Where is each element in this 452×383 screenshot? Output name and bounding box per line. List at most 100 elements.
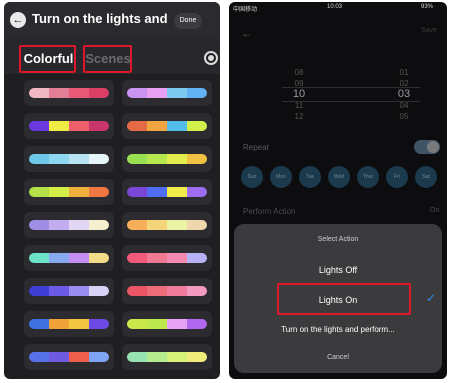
palette-tile[interactable]: [122, 311, 212, 337]
color-swatch: [29, 253, 49, 263]
color-swatch: [69, 220, 89, 230]
weekday-chip[interactable]: Thur: [357, 166, 379, 188]
color-swatch: [167, 154, 187, 164]
tab-scenes[interactable]: Scenes: [84, 48, 132, 70]
color-swatch: [167, 253, 187, 263]
option-lights-on[interactable]: Lights On: [234, 295, 442, 305]
color-swatch: [147, 187, 167, 197]
done-button[interactable]: Done: [174, 13, 202, 29]
color-swatch: [29, 319, 49, 329]
color-swatch: [69, 121, 89, 131]
palette-tile[interactable]: [24, 344, 114, 370]
palette-tile[interactable]: [24, 146, 114, 172]
picker-hour[interactable]: 12: [289, 112, 309, 121]
color-swatch: [89, 187, 109, 197]
color-swatch: [147, 154, 167, 164]
checkmark-icon: ✓: [426, 291, 437, 305]
weekday-chip[interactable]: Fri: [386, 166, 408, 188]
option-lights-off[interactable]: Lights Off: [234, 265, 442, 275]
color-strip: [127, 352, 207, 362]
palette-tile[interactable]: [122, 113, 212, 139]
color-swatch: [29, 352, 49, 362]
weekday-chip[interactable]: Tue: [299, 166, 321, 188]
page-title: Turn on the lights and ...: [32, 11, 172, 26]
select-action-sheet: Select Action Lights Off Lights On Turn …: [234, 224, 442, 373]
status-carrier: 中国移动: [233, 7, 258, 13]
picker-hour[interactable]: 08: [289, 68, 309, 77]
color-swatch: [49, 220, 69, 230]
color-strip: [29, 319, 109, 329]
color-strip: [29, 220, 109, 230]
palette-tile[interactable]: [24, 311, 114, 337]
color-swatch: [167, 220, 187, 230]
color-strip: [29, 88, 109, 98]
color-swatch: [147, 286, 167, 296]
color-swatch: [49, 319, 69, 329]
save-button[interactable]: Save: [421, 27, 437, 34]
color-swatch: [187, 352, 207, 362]
color-swatch: [69, 352, 89, 362]
weekday-chip[interactable]: Wed: [328, 166, 350, 188]
color-swatch: [29, 88, 49, 98]
color-swatch: [127, 88, 147, 98]
color-strip: [29, 352, 109, 362]
picker-minute[interactable]: 01: [394, 68, 414, 77]
color-swatch: [127, 319, 147, 329]
color-swatch: [69, 286, 89, 296]
color-strip: [29, 253, 109, 263]
back-arrow-icon[interactable]: ←: [10, 12, 26, 28]
picker-minute[interactable]: 05: [394, 112, 414, 121]
color-swatch: [49, 253, 69, 263]
weekday-chip[interactable]: Mon: [270, 166, 292, 188]
palette-tile[interactable]: [122, 179, 212, 205]
eye-icon[interactable]: [204, 51, 218, 65]
color-strip: [127, 154, 207, 164]
cancel-button[interactable]: Cancel: [234, 354, 442, 361]
color-swatch: [127, 352, 147, 362]
color-swatch: [49, 352, 69, 362]
color-swatch: [89, 220, 109, 230]
palette-tile[interactable]: [24, 113, 114, 139]
palette-tile[interactable]: [24, 278, 114, 304]
color-swatch: [147, 121, 167, 131]
repeat-toggle[interactable]: [414, 140, 440, 154]
color-swatch: [187, 187, 207, 197]
palette-tile[interactable]: [24, 245, 114, 271]
color-swatch: [127, 187, 147, 197]
picker-divider: [282, 101, 420, 102]
option-turn-on-and-perform[interactable]: Turn on the lights and perform...: [234, 325, 442, 334]
color-swatch: [69, 319, 89, 329]
tab-colorful[interactable]: Colorful: [21, 48, 76, 70]
picker-hour[interactable]: 11: [289, 101, 309, 110]
palette-tile[interactable]: [122, 146, 212, 172]
color-swatch: [147, 220, 167, 230]
color-swatch: [89, 121, 109, 131]
palette-tile[interactable]: [24, 80, 114, 106]
weekday-chip[interactable]: Sun: [241, 166, 263, 188]
perform-action-value[interactable]: On: [430, 207, 439, 214]
color-swatch: [89, 286, 109, 296]
back-arrow-icon[interactable]: ←: [241, 26, 253, 40]
palette-tile[interactable]: [24, 179, 114, 205]
color-strip: [29, 154, 109, 164]
palette-tile[interactable]: [122, 344, 212, 370]
palette-tile[interactable]: [122, 80, 212, 106]
color-strip: [127, 319, 207, 329]
color-swatch: [147, 319, 167, 329]
color-swatch: [29, 220, 49, 230]
color-swatch: [69, 88, 89, 98]
color-strip: [127, 88, 207, 98]
palette-tile[interactable]: [122, 212, 212, 238]
color-swatch: [147, 352, 167, 362]
picker-minute[interactable]: 04: [394, 101, 414, 110]
color-swatch: [89, 88, 109, 98]
picker-hour[interactable]: 10: [289, 88, 309, 100]
palette-tile[interactable]: [122, 245, 212, 271]
picker-minute[interactable]: 03: [394, 88, 414, 100]
color-swatch: [89, 319, 109, 329]
color-swatch: [187, 88, 207, 98]
palette-tile[interactable]: [122, 278, 212, 304]
palette-tile[interactable]: [24, 212, 114, 238]
status-time: 10:03: [327, 4, 343, 10]
weekday-chip[interactable]: Sat: [415, 166, 437, 188]
